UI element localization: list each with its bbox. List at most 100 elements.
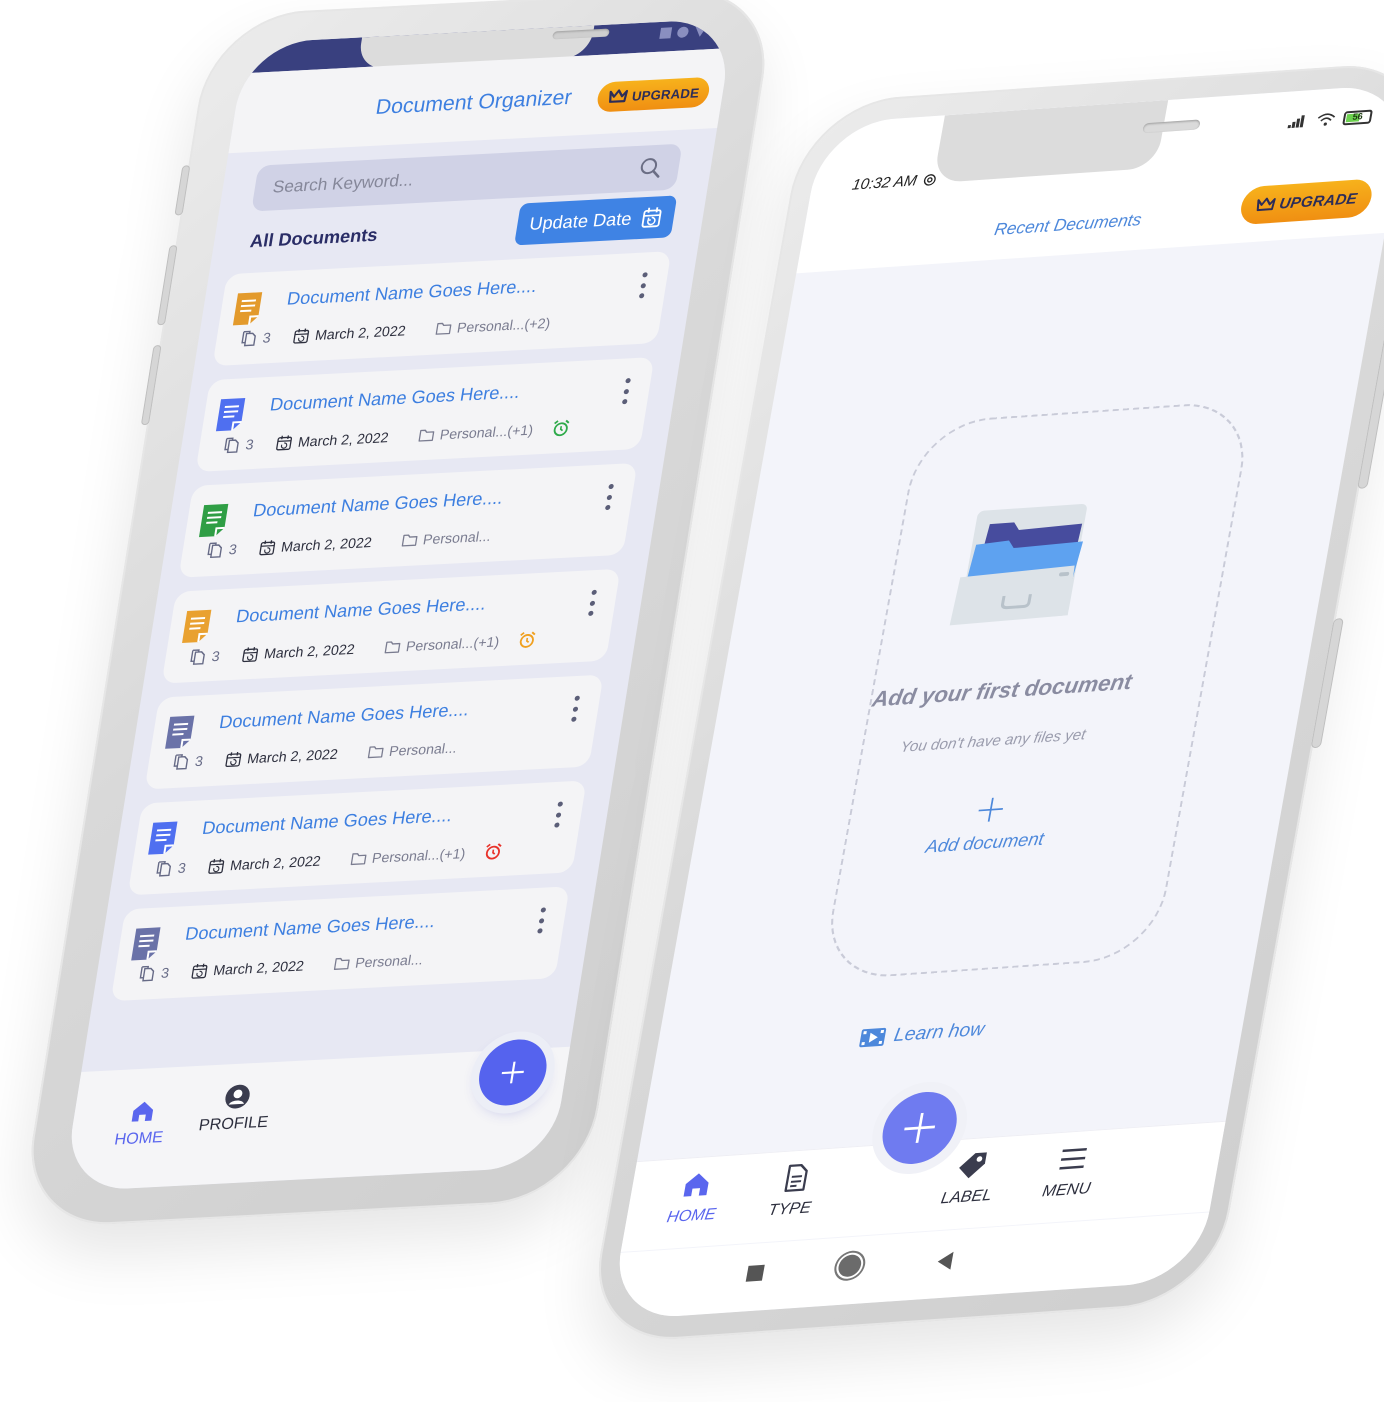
- more-options-icon[interactable]: [636, 272, 650, 299]
- calendar-icon: [225, 751, 242, 768]
- home-button[interactable]: [836, 1254, 863, 1278]
- nav-home-label: HOME: [113, 1129, 165, 1149]
- calendar-refresh-icon: [641, 207, 662, 228]
- document-labels-value: Personal...: [421, 527, 493, 548]
- document-meta: 3 March 2, 2022 Personal...(+1): [154, 842, 503, 878]
- nav-menu[interactable]: MENU: [1041, 1142, 1099, 1201]
- document-name[interactable]: Document Name Goes Here....: [269, 382, 522, 416]
- document-card[interactable]: Document Name Goes Here.... 3 March 2, 2…: [178, 462, 638, 578]
- more-options-icon[interactable]: [534, 907, 548, 934]
- more-options-icon[interactable]: [619, 378, 633, 405]
- page-title: Recent Decuments: [992, 210, 1144, 240]
- document-name[interactable]: Document Name Goes Here....: [201, 805, 454, 839]
- app-title: Document Organizer: [374, 85, 574, 120]
- document-card[interactable]: Document Name Goes Here.... 3 March 2, 2…: [212, 251, 672, 367]
- calendar-icon: [191, 963, 208, 979]
- status-time: 10:32 AM: [851, 171, 938, 194]
- document-icon: [784, 1164, 808, 1192]
- status-icons: [659, 25, 708, 39]
- document-date: March 2, 2022: [241, 641, 356, 663]
- crown-icon: [609, 89, 629, 103]
- page-count-value: 3: [210, 647, 222, 665]
- document-card[interactable]: Document Name Goes Here.... 3 March 2, 2…: [144, 674, 604, 790]
- page-count: 3: [188, 648, 221, 666]
- alarm-clock-icon: [485, 843, 502, 860]
- nav-profile-label: PROFILE: [197, 1113, 270, 1135]
- upgrade-button[interactable]: UPGRADE: [595, 76, 712, 113]
- status-icons: 56: [1287, 109, 1374, 130]
- more-options-icon[interactable]: [602, 483, 616, 511]
- page-count: 3: [172, 753, 204, 771]
- square-icon: [659, 27, 673, 39]
- recents-button[interactable]: [745, 1264, 765, 1282]
- nav-menu-label: MENU: [1040, 1180, 1092, 1201]
- mute-switch: [174, 165, 191, 216]
- document-date-value: March 2, 2022: [229, 852, 322, 874]
- folder-icon: [435, 322, 452, 335]
- more-options-icon[interactable]: [585, 589, 599, 617]
- folder-illustration: [949, 503, 1087, 626]
- folder-icon: [368, 746, 384, 759]
- left-phone-screen: Document Organizer UPGRADE All Documents…: [62, 18, 735, 1192]
- menu-icon: [1058, 1148, 1087, 1170]
- nav-profile[interactable]: PROFILE: [197, 1082, 274, 1136]
- document-file-icon: [148, 821, 178, 855]
- section-title: All Documents: [248, 224, 380, 252]
- nav-type[interactable]: TYPE: [767, 1161, 819, 1220]
- page-count: 3: [222, 436, 255, 454]
- document-date: March 2, 2022: [190, 957, 305, 979]
- calendar-icon: [259, 540, 276, 556]
- speaker: [1142, 119, 1201, 134]
- more-options-icon[interactable]: [568, 695, 582, 722]
- document-labels: Personal...(+2): [435, 315, 552, 337]
- plus-icon: [904, 1112, 936, 1143]
- document-file-icon: [165, 715, 195, 749]
- document-labels-value: Personal...(+1): [404, 633, 501, 655]
- home-icon: [131, 1101, 154, 1122]
- pages-icon: [139, 965, 155, 982]
- document-date-value: March 2, 2022: [262, 640, 356, 662]
- document-labels: Personal...: [333, 951, 424, 972]
- document-card[interactable]: Document Name Goes Here.... 3 March 2, 2…: [110, 886, 570, 1002]
- nav-home[interactable]: HOME: [665, 1168, 724, 1227]
- update-date-button[interactable]: Update Date: [514, 195, 678, 246]
- document-labels-value: Personal...: [354, 951, 425, 971]
- pages-icon: [173, 754, 189, 770]
- document-name[interactable]: Document Name Goes Here....: [285, 276, 539, 310]
- document-name[interactable]: Document Name Goes Here....: [218, 699, 471, 733]
- search-input[interactable]: [269, 157, 641, 199]
- nav-label-label: LABEL: [939, 1186, 994, 1208]
- nav-label[interactable]: LABEL: [939, 1149, 1000, 1208]
- nav-home[interactable]: HOME: [113, 1097, 169, 1149]
- triangle-icon: [693, 25, 708, 38]
- page-count: 3: [138, 964, 170, 982]
- document-file-icon: [198, 503, 229, 538]
- learn-how-link[interactable]: Learn how: [858, 1019, 986, 1050]
- profile-icon: [225, 1084, 250, 1109]
- upgrade-button[interactable]: UPGRADE: [1237, 178, 1375, 226]
- alarm-clock-icon: [553, 419, 569, 437]
- alarm-clock-icon: [519, 631, 536, 648]
- page-count: 3: [155, 859, 188, 878]
- nav-type-label: TYPE: [766, 1199, 813, 1220]
- document-name[interactable]: Document Name Goes Here....: [252, 488, 505, 522]
- document-name[interactable]: Document Name Goes Here....: [184, 911, 437, 945]
- document-file-icon: [232, 292, 263, 326]
- search-icon[interactable]: [637, 155, 665, 180]
- sync-icon: [923, 174, 936, 186]
- more-options-icon[interactable]: [551, 801, 565, 828]
- crown-icon: [1256, 197, 1276, 212]
- document-card[interactable]: Document Name Goes Here.... 3 March 2, 2…: [161, 568, 621, 684]
- document-name[interactable]: Document Name Goes Here....: [235, 593, 488, 627]
- calendar-icon: [275, 435, 292, 451]
- pages-icon: [241, 330, 256, 347]
- document-card[interactable]: Document Name Goes Here.... 3 March 2, 2…: [127, 780, 587, 896]
- page-count-value: 3: [176, 859, 188, 876]
- document-date: March 2, 2022: [207, 853, 322, 875]
- volume-down-button: [140, 344, 162, 426]
- document-list: Document Name Goes Here.... 3 March 2, 2…: [108, 251, 672, 1015]
- back-button[interactable]: [936, 1251, 954, 1271]
- document-meta: 3 March 2, 2022 Personal...(+1): [222, 419, 571, 455]
- document-card[interactable]: Document Name Goes Here.... 3 March 2, 2…: [195, 357, 655, 472]
- document-meta: 3 March 2, 2022 Personal...(+2): [239, 315, 552, 347]
